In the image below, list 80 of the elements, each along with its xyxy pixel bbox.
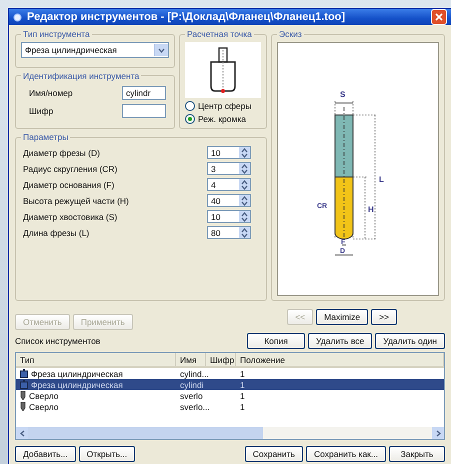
spin-field[interactable]: 40 xyxy=(207,194,251,207)
spin-field[interactable]: 4 xyxy=(207,178,251,191)
footer-button[interactable]: Открыть... xyxy=(78,446,136,462)
footer-button[interactable]: Закрыть xyxy=(389,446,445,462)
radio-option[interactable]: Центр сферы xyxy=(185,101,261,111)
chevron-right-icon xyxy=(436,430,440,436)
parameter-label: Радиус скругления (CR) xyxy=(23,164,118,174)
close-button[interactable] xyxy=(431,9,447,25)
footer-button[interactable]: Добавить... xyxy=(15,446,76,462)
table-cell-text: cylindi xyxy=(179,380,205,390)
table-cell-text: 1 xyxy=(239,390,246,400)
table-cell: Фреза цилиндрическая xyxy=(31,380,123,390)
group-title: Расчетная точка xyxy=(186,29,253,39)
table-cell-text: 1 xyxy=(239,380,246,390)
chevron-down-icon xyxy=(241,232,248,238)
list-button[interactable]: Копия xyxy=(247,333,306,349)
list-button[interactable]: Удалить один xyxy=(375,333,445,349)
group-title: Идентификация инструмента xyxy=(22,70,140,80)
tool-type-dropdown[interactable]: Фреза цилиндрическая xyxy=(21,42,169,58)
spin-field[interactable]: 80 xyxy=(207,226,251,239)
mill-icon xyxy=(20,380,28,389)
input-field[interactable] xyxy=(122,104,166,118)
table-cell-text: sverlo xyxy=(179,390,204,400)
horizontal-scrollbar[interactable] xyxy=(16,427,444,439)
dimension-label: S xyxy=(340,90,346,99)
sketch-nav-button[interactable]: Maximize xyxy=(316,309,368,325)
table-cell: Сверло xyxy=(29,390,59,400)
table-cell-text: 1 xyxy=(239,402,246,412)
group-title: Эскиз xyxy=(278,29,303,39)
table-row[interactable]: Фреза цилиндрическая cylind... 1 xyxy=(16,368,444,379)
spin-field[interactable]: 10 xyxy=(207,210,251,223)
chevron-down-icon xyxy=(241,168,248,174)
chevron-up-icon xyxy=(241,228,248,232)
group-title: Тип инструмента xyxy=(22,29,91,39)
group-title: Параметры xyxy=(22,132,70,142)
parameter-label: Диаметр фрезы (D) xyxy=(23,148,100,158)
chevron-left-icon xyxy=(20,430,24,436)
close-icon xyxy=(435,13,443,21)
table-row[interactable]: Фреза цилиндрическая cylindi 1 xyxy=(16,379,444,390)
chevron-up-icon xyxy=(241,164,248,168)
column-header[interactable]: Положение xyxy=(236,353,444,366)
chevron-down-icon xyxy=(241,152,248,158)
column-header[interactable]: Тип xyxy=(16,353,176,366)
spin-field[interactable]: 3 xyxy=(207,162,251,175)
chevron-down-icon xyxy=(158,48,165,52)
chevron-down-icon xyxy=(241,200,248,206)
cutter-drawing xyxy=(208,46,238,94)
column-header[interactable]: Шифр xyxy=(206,353,236,366)
chevron-up-icon xyxy=(241,212,248,216)
dimension-label: L xyxy=(379,175,384,184)
mill-icon xyxy=(20,369,28,378)
field-label: Шифр xyxy=(29,106,54,116)
table-cell-text: cylind... xyxy=(179,368,206,378)
radio-option[interactable]: Реж. кромка xyxy=(185,114,261,124)
parameter-label: Высота режущей части (H) xyxy=(23,196,129,206)
footer-button[interactable]: Сохранить xyxy=(244,446,303,462)
input-field[interactable]: cylindr xyxy=(122,86,166,100)
table-cell: Сверло xyxy=(29,402,59,412)
parameter-label: Длина фрезы (L) xyxy=(23,228,90,238)
chevron-down-icon xyxy=(241,184,248,190)
table-cell: Фреза цилиндрическая xyxy=(31,368,123,378)
chevron-up-icon xyxy=(241,180,248,184)
table-cell-text: 1 xyxy=(239,368,246,378)
chevron-up-icon xyxy=(241,148,248,152)
chevron-up-icon xyxy=(241,196,248,200)
field-label: Имя/номер xyxy=(29,88,73,98)
spin-field[interactable]: 10 xyxy=(207,146,251,159)
parameter-label: Диаметр основания (F) xyxy=(23,180,114,190)
parameter-label: Диаметр хвостовика (S) xyxy=(23,212,118,222)
sketch-nav-button[interactable]: >> xyxy=(371,309,397,325)
table-row[interactable]: Сверло sverlo 1 xyxy=(16,390,444,401)
list-title: Список инструментов xyxy=(15,336,100,346)
footer-button[interactable]: Сохранить как... xyxy=(306,446,386,462)
dimension-label: H xyxy=(368,205,374,214)
chevron-down-icon xyxy=(241,216,248,222)
table-row[interactable]: Сверло sverlo... 1 xyxy=(16,401,444,412)
list-button[interactable]: Удалить все xyxy=(308,333,372,349)
column-header[interactable]: Имя xyxy=(176,353,206,366)
window-title: Редактор инструментов - [P:\Доклад\Фланец\Фланец1.too] xyxy=(27,11,346,23)
app-icon xyxy=(13,12,22,22)
